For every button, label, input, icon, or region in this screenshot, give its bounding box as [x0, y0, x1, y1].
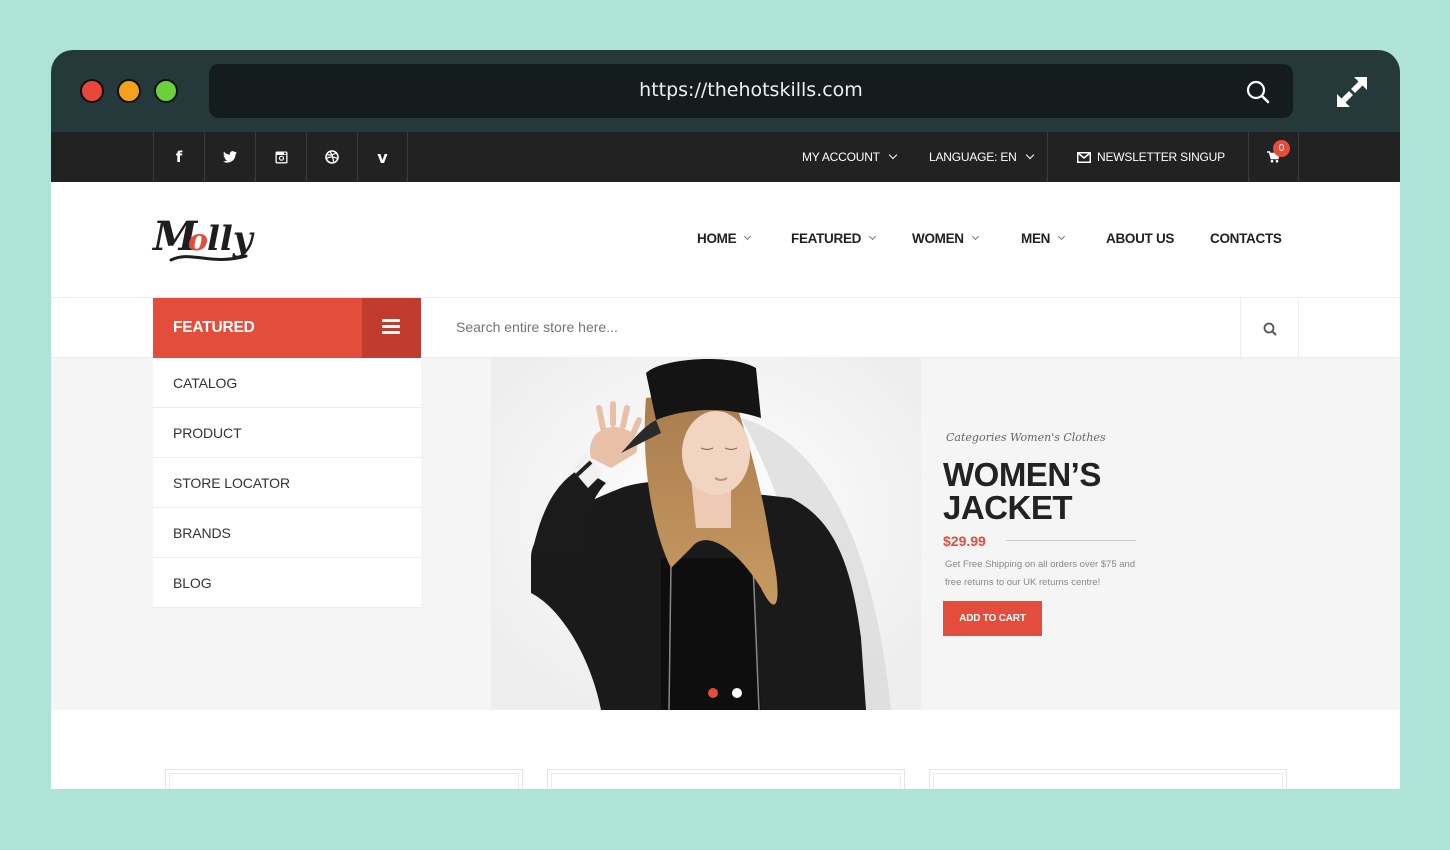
- cart-count-badge: 0: [1273, 140, 1290, 157]
- maximize-window-button[interactable]: [154, 79, 178, 103]
- chevron-down-icon: [971, 232, 979, 240]
- slider-dot-1[interactable]: [708, 688, 718, 698]
- newsletter-label: NEWSLETTER SINGUP: [1097, 150, 1225, 164]
- nav-contacts[interactable]: CONTACTS: [1210, 228, 1282, 248]
- category-menu-toggle[interactable]: [362, 298, 421, 358]
- search-icon: [1263, 322, 1277, 336]
- search-row: FEATURED: [51, 298, 1400, 358]
- nav-men[interactable]: MEN: [1021, 228, 1066, 248]
- add-to-cart-button[interactable]: ADD TO CART: [943, 601, 1042, 636]
- side-menu-item-store-locator[interactable]: STORE LOCATOR: [153, 458, 421, 508]
- hero-title-line1: WOMEN’S: [943, 456, 1101, 493]
- hero-title: WOMEN’S JACKET: [943, 458, 1101, 524]
- fullscreen-icon[interactable]: [1334, 74, 1370, 110]
- url-text[interactable]: https://thehotskills.com: [209, 79, 1293, 101]
- nav-contacts-label: CONTACTS: [1210, 230, 1282, 246]
- facebook-icon: f: [175, 148, 183, 166]
- product-card[interactable]: [547, 769, 905, 789]
- browser-window: https://thehotskills.com f v MY ACCOUNT …: [51, 50, 1400, 789]
- chevron-down-icon: [869, 232, 877, 240]
- twitter-icon: [223, 151, 237, 163]
- product-card[interactable]: [929, 769, 1287, 789]
- svg-text:o: o: [188, 223, 208, 258]
- nav-women-label: WOMEN: [912, 230, 964, 246]
- nav-men-label: MEN: [1021, 230, 1051, 246]
- instagram-icon: [275, 151, 287, 163]
- nav-home-label: HOME: [697, 230, 737, 246]
- category-side-menu: CATALOG PRODUCT STORE LOCATOR BRANDS BLO…: [153, 358, 421, 608]
- site-header: M o lly HOME FEATURED WOMEN MEN ABOUT US…: [51, 182, 1400, 298]
- molly-logo[interactable]: M o lly: [151, 210, 261, 270]
- search-icon[interactable]: [1245, 79, 1271, 105]
- twitter-link[interactable]: [204, 132, 255, 182]
- hero-description: Get Free Shipping on all orders over $75…: [945, 559, 1136, 588]
- instagram-link[interactable]: [255, 132, 306, 182]
- price-divider: [1006, 540, 1136, 541]
- minimize-window-button[interactable]: [117, 79, 141, 103]
- language-label: LANGUAGE: EN: [929, 150, 1017, 164]
- chevron-down-icon: [1058, 232, 1066, 240]
- slider-dot-2[interactable]: [732, 688, 742, 698]
- my-account-dropdown[interactable]: MY ACCOUNT: [802, 132, 898, 182]
- hero-price: $29.99: [943, 533, 986, 549]
- envelope-icon: [1077, 151, 1091, 163]
- nav-about-us[interactable]: ABOUT US: [1106, 228, 1174, 248]
- side-menu-item-brands[interactable]: BRANDS: [153, 508, 421, 558]
- nav-about-us-label: ABOUT US: [1106, 230, 1175, 246]
- hero-slider: CATALOG PRODUCT STORE LOCATOR BRANDS BLO…: [51, 358, 1400, 710]
- nav-home[interactable]: HOME: [697, 228, 752, 248]
- side-menu-item-catalog[interactable]: CATALOG: [153, 358, 421, 408]
- nav-women[interactable]: WOMEN: [912, 228, 979, 248]
- featured-category-label: FEATURED: [173, 319, 255, 336]
- top-bar: f v MY ACCOUNT LANGUAGE: EN NEWSLETTER S…: [51, 132, 1400, 182]
- dribbble-icon: [325, 150, 339, 164]
- chevron-down-icon: [888, 150, 898, 160]
- hero-model-image: [491, 358, 921, 710]
- hamburger-icon: [382, 319, 400, 334]
- side-menu-item-product[interactable]: PRODUCT: [153, 408, 421, 458]
- vimeo-icon: v: [377, 147, 388, 167]
- hero-title-line2: JACKET: [943, 489, 1073, 526]
- search-input[interactable]: [456, 319, 1216, 335]
- browser-chrome: https://thehotskills.com: [51, 50, 1400, 132]
- address-bar[interactable]: https://thehotskills.com: [209, 64, 1293, 118]
- chevron-down-icon: [744, 232, 752, 240]
- my-account-label: MY ACCOUNT: [802, 150, 880, 164]
- cart-button[interactable]: 0: [1248, 132, 1299, 182]
- vimeo-link[interactable]: v: [357, 132, 408, 182]
- nav-featured[interactable]: FEATURED: [791, 228, 877, 248]
- facebook-link[interactable]: f: [153, 132, 204, 182]
- dribbble-link[interactable]: [306, 132, 357, 182]
- search-button[interactable]: [1240, 298, 1299, 358]
- newsletter-link[interactable]: NEWSLETTER SINGUP: [1077, 132, 1225, 182]
- close-window-button[interactable]: [80, 79, 104, 103]
- divider: [1047, 132, 1048, 182]
- side-menu-item-blog[interactable]: BLOG: [153, 558, 421, 608]
- hero-category: Categories Women's Clothes: [946, 431, 1106, 444]
- language-dropdown[interactable]: LANGUAGE: EN: [929, 132, 1034, 182]
- product-card[interactable]: [165, 769, 523, 789]
- nav-featured-label: FEATURED: [791, 230, 862, 246]
- featured-category-button[interactable]: FEATURED: [153, 298, 362, 358]
- svg-text:lly: lly: [207, 219, 255, 259]
- chevron-down-icon: [1025, 150, 1034, 160]
